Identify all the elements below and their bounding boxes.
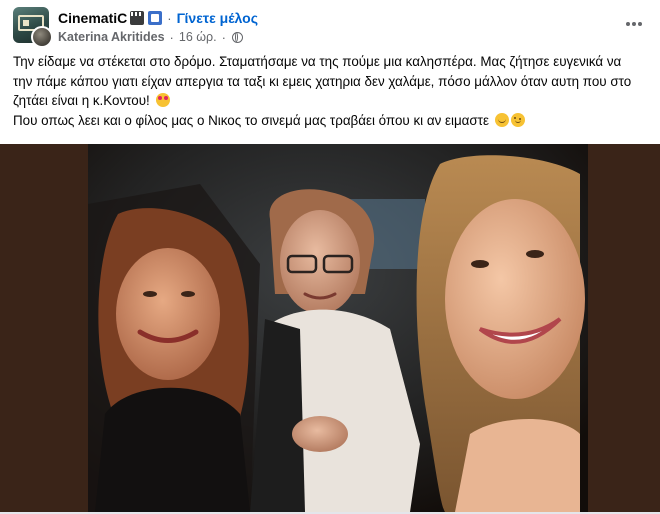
wink-emoji-icon xyxy=(510,112,525,127)
title-row: CinematiC · Γίνετε μέλος xyxy=(58,9,258,27)
more-options-button[interactable] xyxy=(622,12,646,36)
woman-right-eye xyxy=(471,260,489,268)
clapper-board-icon xyxy=(130,11,145,25)
selfie-photo-illustration xyxy=(0,144,660,512)
post-header: CinematiC · Γίνετε μέλος Katerina Akriti… xyxy=(0,0,660,52)
author-name-link[interactable]: Katerina Akritides xyxy=(58,30,165,44)
woman-right-eye xyxy=(526,250,544,258)
post-paragraph: Την είδαμε να στέκεται στο δρόμο. Σταματ… xyxy=(13,52,643,111)
post-timestamp-link[interactable]: 16 ώρ. xyxy=(179,30,217,44)
more-horizontal-icon-dot xyxy=(638,22,642,26)
post-message: Την είδαμε να στέκεται στο δρόμο. Σταματ… xyxy=(13,52,643,130)
globe-icon[interactable] xyxy=(231,31,243,43)
separator-dot: · xyxy=(167,10,172,26)
woman-left-eye xyxy=(181,291,195,297)
more-horizontal-icon-dot xyxy=(632,22,636,26)
post-paragraph-text: Την είδαμε να στέκεται στο δρόμο. Σταματ… xyxy=(13,54,632,109)
post-meta: Katerina Akritides · 16 ώρ. · xyxy=(58,29,243,45)
separator-dot: · xyxy=(221,29,226,45)
post-paragraph-text: Που οπως λεει και ο φίλος μας ο Νικος το… xyxy=(13,112,489,128)
author-avatar[interactable] xyxy=(31,26,53,48)
framed-picture-icon xyxy=(148,11,163,25)
separator-dot: · xyxy=(169,29,174,45)
woman-left-top xyxy=(95,387,250,512)
smile-emoji-icon xyxy=(494,112,509,127)
woman-left-face xyxy=(116,248,220,380)
post-paragraph: Που οπως λεει και ο φίλος μας ο Νικος το… xyxy=(13,111,643,131)
woman-right-shoulder xyxy=(455,419,580,512)
heart-eyes-emoji-icon xyxy=(155,93,170,108)
woman-right-face xyxy=(445,199,585,399)
more-horizontal-icon xyxy=(626,22,630,26)
post-photo[interactable] xyxy=(0,144,660,512)
join-group-button[interactable]: Γίνετε μέλος xyxy=(177,10,258,26)
group-name-link[interactable]: CinematiC xyxy=(58,10,127,26)
woman-left-eye xyxy=(143,291,157,297)
woman-middle-hand xyxy=(292,416,348,452)
avatar-stack[interactable] xyxy=(13,7,53,48)
